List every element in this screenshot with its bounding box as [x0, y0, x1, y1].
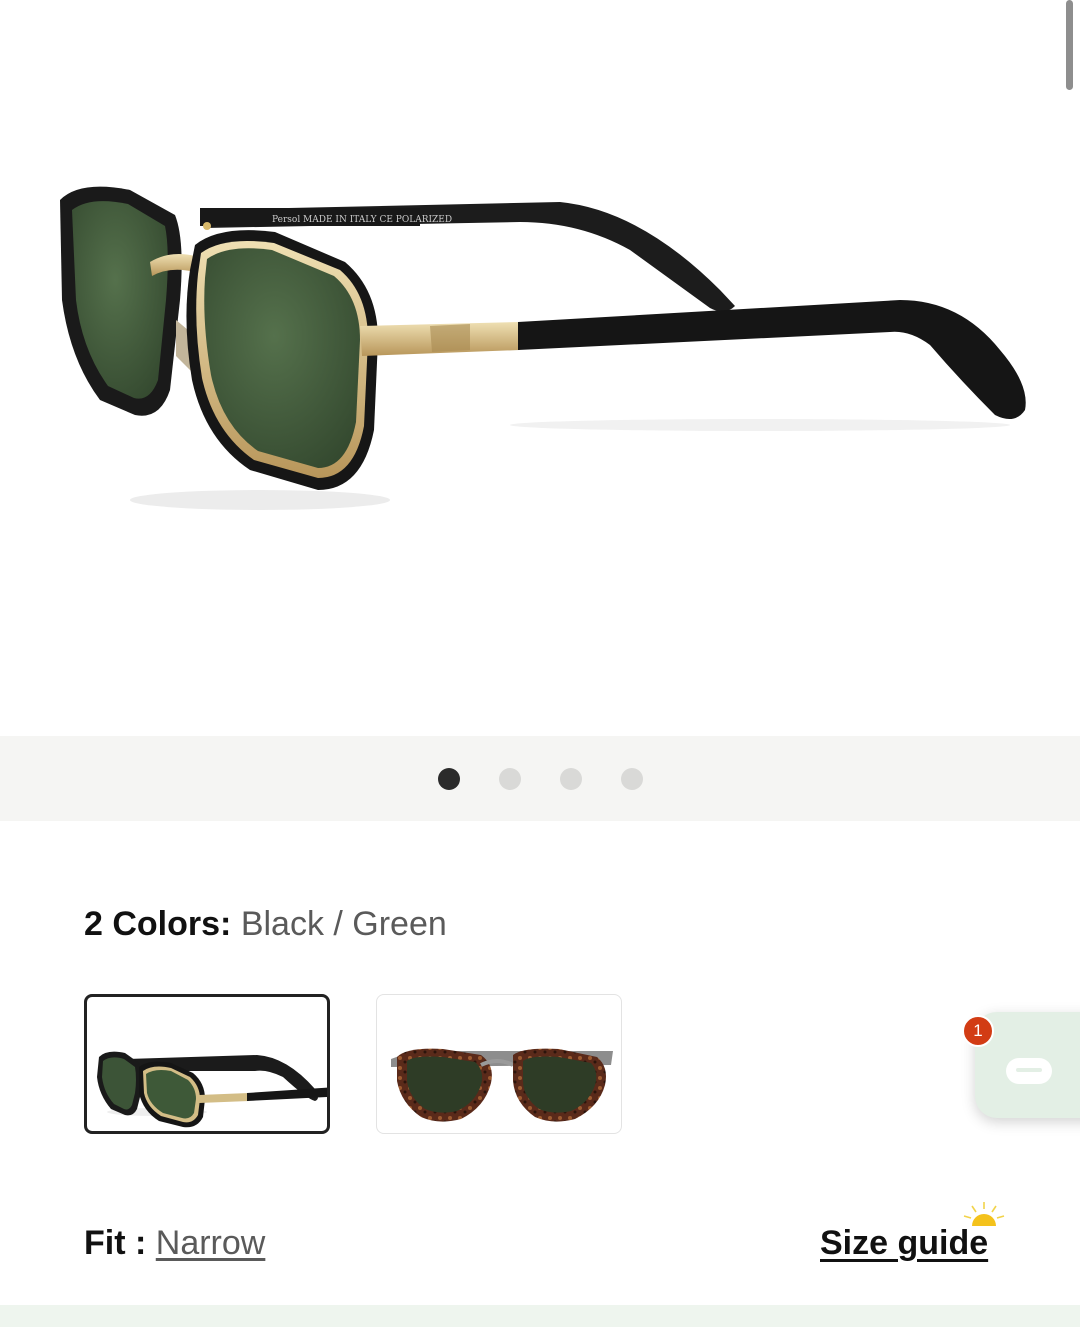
chat-notification-badge: 1: [962, 1015, 994, 1047]
product-gallery[interactable]: Persol MADE IN ITALY CE POLARIZED: [0, 0, 1080, 736]
carousel-dot-1[interactable]: [438, 768, 460, 790]
colors-heading: 2 Colors: Black / Green: [84, 903, 447, 945]
fit-label: Fit :: [84, 1224, 147, 1262]
frame-print: Persol MADE IN ITALY CE POLARIZED: [272, 215, 452, 225]
fit-value-link[interactable]: Narrow: [156, 1224, 266, 1262]
product-image: Persol MADE IN ITALY CE POLARIZED: [60, 186, 1026, 510]
carousel-dot-3[interactable]: [560, 768, 582, 790]
swatch-image-black-green: [97, 1051, 327, 1128]
carousel-dot-4[interactable]: [621, 768, 643, 790]
chat-bubble-icon: [1006, 1058, 1052, 1084]
swatch-image-havana-green: [391, 1048, 613, 1122]
selected-color: Black / Green: [240, 905, 447, 943]
bottom-strip: [0, 1305, 1080, 1327]
carousel-dot-2[interactable]: [499, 768, 521, 790]
page-scrollbar[interactable]: [1066, 0, 1073, 90]
colors-label: 2 Colors:: [84, 905, 232, 943]
loading-sun-icon: [963, 1202, 1005, 1226]
fit-row: Fit : Narrow: [84, 1222, 265, 1264]
carousel-pagination: [0, 736, 1080, 821]
color-swatch-black-green[interactable]: [84, 994, 330, 1134]
color-swatch-havana-green[interactable]: [376, 994, 622, 1134]
